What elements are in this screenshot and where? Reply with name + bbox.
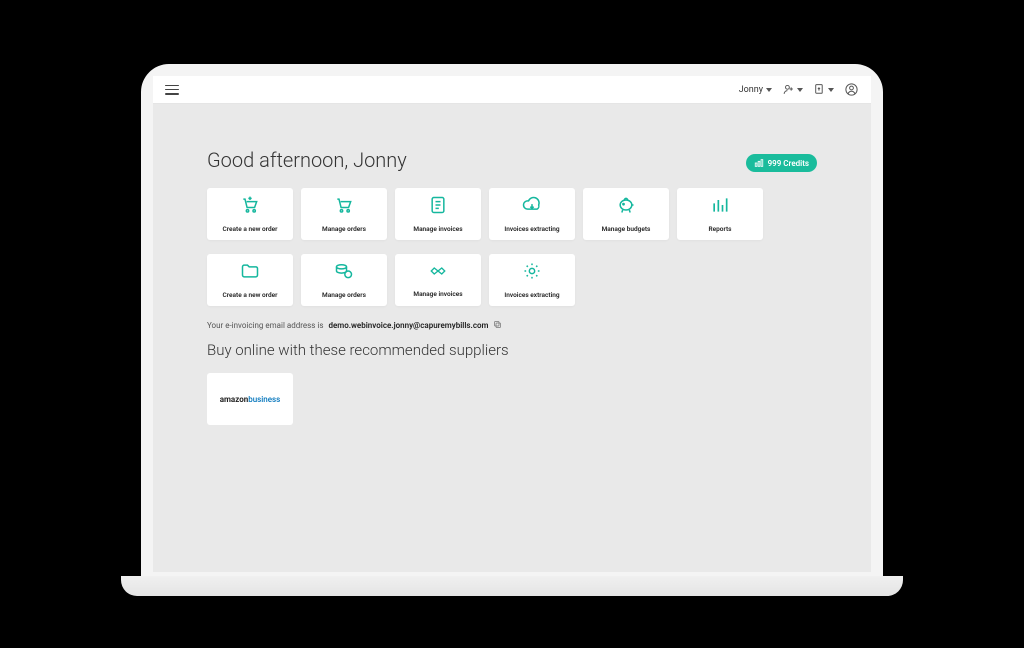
piggy-icon (615, 195, 637, 219)
chevron-down-icon (766, 88, 772, 92)
tile-gear[interactable]: Invoices extracting (489, 254, 575, 306)
folder-icon (239, 261, 261, 285)
document-icon (428, 195, 448, 219)
top-bar: Jonny (153, 76, 871, 104)
tile-label: Manage orders (322, 291, 366, 299)
user-add-icon[interactable] (782, 83, 803, 96)
tile-label: Manage invoices (413, 290, 462, 298)
tile-grid-row-1: Create a new order Manage orders Manage in… (207, 188, 817, 240)
tile-label: Manage invoices (413, 225, 462, 233)
profile-icon[interactable] (844, 82, 859, 97)
chevron-down-icon (797, 88, 803, 92)
copy-icon[interactable] (493, 320, 502, 331)
hero-row: Good afternoon, Jonny 999 Credits (207, 148, 817, 172)
chevron-down-icon (828, 88, 834, 92)
tile-label: Invoices extracting (504, 225, 559, 233)
upload-file-icon[interactable] (813, 83, 834, 96)
tile-cloud-down[interactable]: Invoices extracting (489, 188, 575, 240)
tile-folder[interactable]: Create a new order (207, 254, 293, 306)
cloud-down-icon (521, 195, 543, 219)
supplier-logo: amazonbusiness (220, 395, 281, 404)
menu-icon[interactable] (165, 85, 179, 95)
cart-icon (333, 195, 355, 219)
gear-icon (522, 261, 542, 285)
screen: Jonny Good afternoon, Jonny (153, 76, 871, 572)
greeting: Good afternoon, Jonny (207, 148, 407, 172)
laptop-base (121, 576, 903, 596)
tile-grid-row-2: Create a new order Manage orders Manage in… (207, 254, 817, 306)
tile-label: Invoices extracting (504, 291, 559, 299)
tile-handshake[interactable]: Manage invoices (395, 254, 481, 306)
handshake-icon (427, 262, 449, 284)
user-name: Jonny (739, 85, 763, 95)
coin-stack-icon (333, 261, 355, 285)
tile-cart-plus[interactable]: Create a new order (207, 188, 293, 240)
credits-label: 999 Credits (768, 159, 809, 168)
credits-badge[interactable]: 999 Credits (746, 154, 817, 172)
einvoice-line: Your e-invoicing email address is demo.w… (207, 320, 817, 331)
tile-label: Manage orders (322, 225, 366, 233)
einvoice-address: demo.webinvoice.jonny@capuremybills.com (328, 321, 488, 330)
supplier-card-amazon-business[interactable]: amazonbusiness (207, 373, 293, 425)
tile-label: Create a new order (223, 225, 278, 233)
tile-label: Create a new order (223, 291, 278, 299)
tile-document[interactable]: Manage invoices (395, 188, 481, 240)
user-menu[interactable]: Jonny (739, 85, 772, 95)
einvoice-prefix: Your e-invoicing email address is (207, 321, 323, 330)
topbar-right: Jonny (739, 82, 859, 97)
tile-cart[interactable]: Manage orders (301, 188, 387, 240)
credits-icon (754, 158, 764, 168)
tile-piggy[interactable]: Manage budgets (583, 188, 669, 240)
suppliers-heading: Buy online with these recommended suppli… (207, 341, 817, 359)
tile-coin-stack[interactable]: Manage orders (301, 254, 387, 306)
bars-icon (710, 195, 730, 219)
tile-label: Manage budgets (602, 225, 651, 233)
tile-bars[interactable]: Reports (677, 188, 763, 240)
laptop-frame: Jonny Good afternoon, Jonny (141, 64, 883, 584)
tile-label: Reports (709, 225, 732, 233)
cart-plus-icon (239, 195, 261, 219)
main-content: Good afternoon, Jonny 999 Credits Create… (153, 104, 871, 445)
